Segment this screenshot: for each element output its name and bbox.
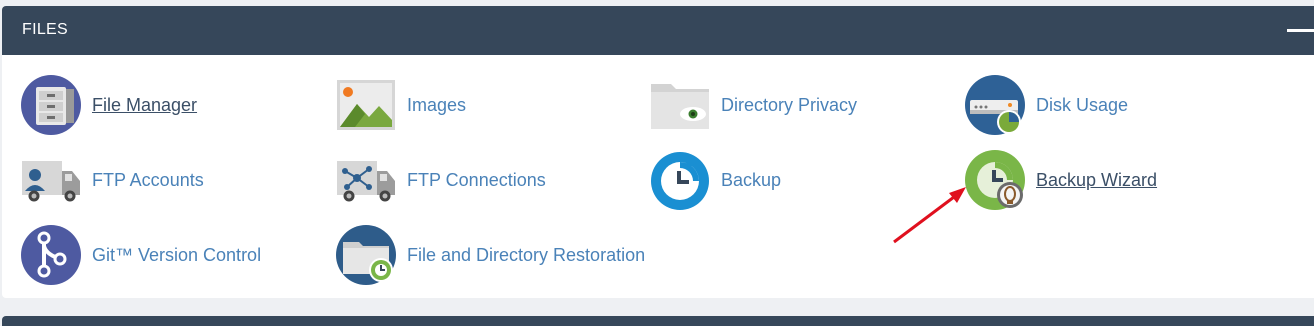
annotation-arrow-icon <box>893 187 966 244</box>
next-panel-header <box>2 316 1314 326</box>
